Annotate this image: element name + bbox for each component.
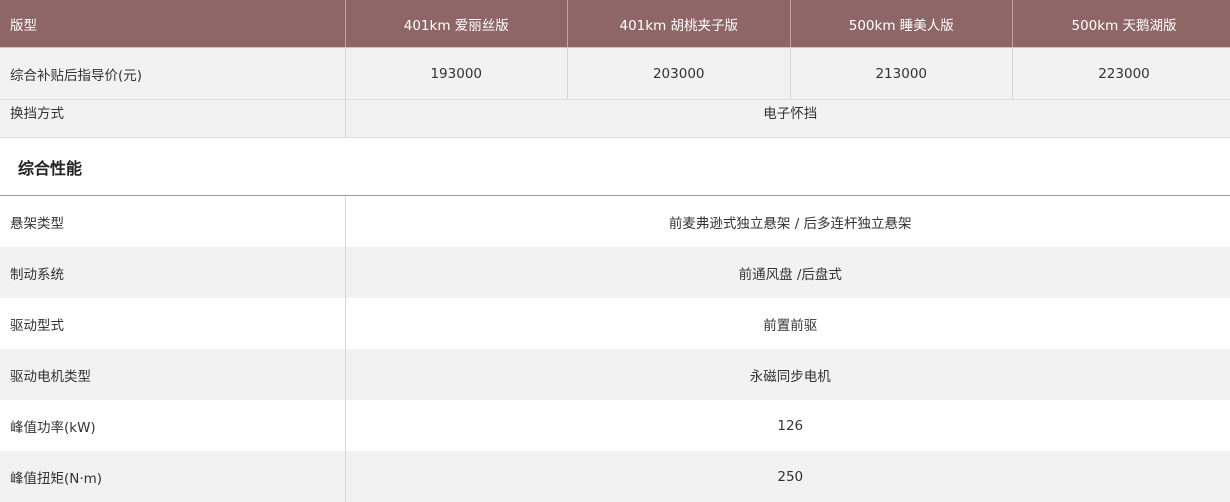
spec-row: 悬架类型 前麦弗逊式独立悬架 / 后多连杆独立悬架	[0, 196, 1230, 248]
gear-label: 换挡方式	[0, 100, 345, 138]
spec-row: 峰值功率(kW) 126	[0, 400, 1230, 451]
model-header-swan-lake: 500km 天鹅湖版	[1013, 0, 1230, 48]
header-label: 版型	[0, 0, 345, 48]
spec-table: 版型 401km 爱丽丝版 401km 胡桃夹子版 500km 睡美人版 500…	[0, 0, 1230, 502]
spec-label: 峰值功率(kW)	[0, 400, 345, 451]
model-header-alice: 401km 爱丽丝版	[345, 0, 568, 48]
spec-row: 峰值扭矩(N·m) 250	[0, 451, 1230, 502]
header-row: 版型 401km 爱丽丝版 401km 胡桃夹子版 500km 睡美人版 500…	[0, 0, 1230, 48]
spec-value: 永磁同步电机	[345, 349, 1230, 400]
price-value: 193000	[345, 48, 568, 100]
price-label: 综合补贴后指导价(元)	[0, 48, 345, 100]
section-title: 综合性能	[0, 138, 1230, 196]
spec-value: 前通风盘 /后盘式	[345, 247, 1230, 298]
gear-row: 换挡方式 电子怀挡	[0, 100, 1230, 138]
spec-row: 驱动电机类型 永磁同步电机	[0, 349, 1230, 400]
price-row: 综合补贴后指导价(元) 193000 203000 213000 223000	[0, 48, 1230, 100]
spec-label: 峰值扭矩(N·m)	[0, 451, 345, 502]
spec-row: 制动系统 前通风盘 /后盘式	[0, 247, 1230, 298]
model-header-nutcracker: 401km 胡桃夹子版	[568, 0, 791, 48]
spec-value: 126	[345, 400, 1230, 451]
spec-label: 驱动型式	[0, 298, 345, 349]
spec-label: 制动系统	[0, 247, 345, 298]
spec-value: 250	[345, 451, 1230, 502]
price-value: 203000	[568, 48, 791, 100]
spec-label: 悬架类型	[0, 196, 345, 248]
section-row: 综合性能	[0, 138, 1230, 196]
model-header-sleeping-beauty: 500km 睡美人版	[790, 0, 1013, 48]
spec-value: 前置前驱	[345, 298, 1230, 349]
gear-value: 电子怀挡	[345, 100, 1230, 138]
spec-label: 驱动电机类型	[0, 349, 345, 400]
spec-value: 前麦弗逊式独立悬架 / 后多连杆独立悬架	[345, 196, 1230, 248]
spec-row: 驱动型式 前置前驱	[0, 298, 1230, 349]
price-value: 213000	[790, 48, 1013, 100]
price-value: 223000	[1013, 48, 1230, 100]
